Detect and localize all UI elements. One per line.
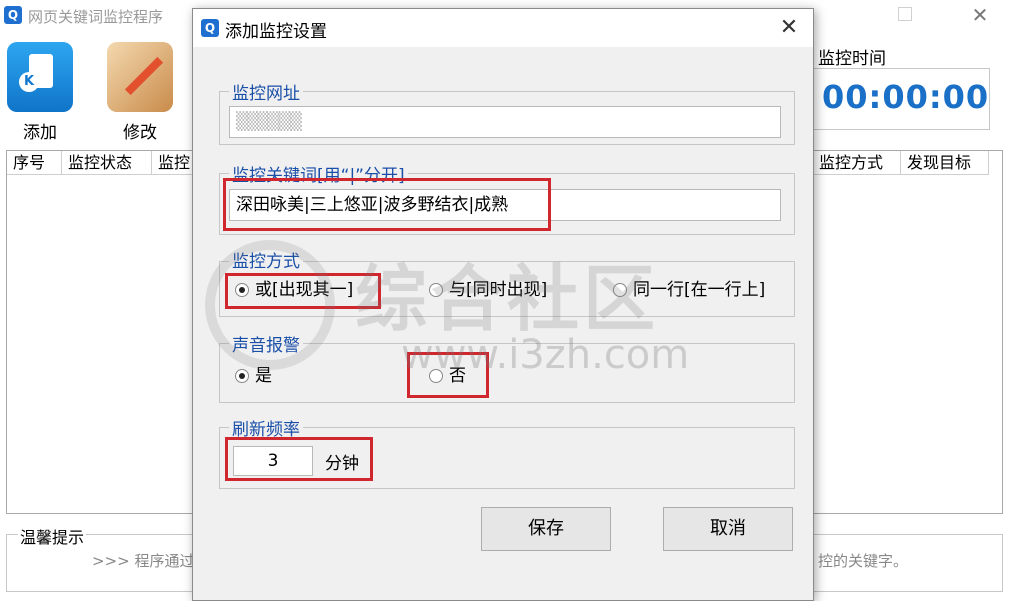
column-header-mode[interactable]: 监控方式 — [813, 151, 901, 175]
radio-empty-icon — [429, 283, 443, 297]
add-document-icon: K — [7, 42, 73, 112]
mode-legend: 监控方式 — [229, 247, 303, 272]
tips-text-right: 控的关键字。 — [818, 552, 909, 570]
mode-radio-same-line[interactable]: 同一行[在一行上] — [613, 277, 765, 303]
dialog-app-icon: Q — [201, 19, 219, 37]
edit-pencil-icon — [107, 42, 173, 112]
mode-radio-and[interactable]: 与[同时出现] — [429, 277, 547, 303]
column-header-index[interactable]: 序号 — [7, 151, 62, 175]
refresh-highlight-box — [225, 437, 373, 481]
add-button-label: 添加 — [23, 123, 57, 143]
mode-highlight-box — [225, 273, 381, 309]
column-header-target[interactable]: 发现目标 — [901, 151, 989, 175]
add-monitor-dialog: Q 添加监控设置 ✕ 监控网址 ▒▒▒▒ ▒▒ 监控关键词[用“|”分开] 深田… — [192, 8, 814, 601]
sound-legend: 声音报警 — [229, 331, 303, 356]
sound-radio-yes-label: 是 — [255, 366, 272, 386]
dialog-titlebar: Q 添加监控设置 ✕ — [193, 9, 813, 47]
app-title: 网页关键词监控程序 — [28, 8, 164, 26]
maximize-icon[interactable] — [898, 7, 912, 21]
monitor-time-value: 00:00:00 — [822, 78, 990, 116]
add-button[interactable]: K 添加 — [4, 42, 76, 143]
dialog-title: 添加监控设置 — [225, 22, 327, 42]
keywords-highlight-box — [223, 178, 551, 231]
url-legend: 监控网址 — [229, 79, 303, 104]
app-icon: Q — [4, 6, 22, 24]
radio-empty-icon — [613, 283, 627, 297]
sound-group — [219, 343, 795, 403]
url-input[interactable]: ▒▒▒▒ ▒▒ — [229, 106, 781, 138]
dialog-close-icon[interactable]: ✕ — [771, 13, 807, 43]
cancel-button[interactable]: 取消 — [663, 507, 793, 551]
tips-text-left: >>> 程序通过 — [92, 552, 195, 570]
save-button[interactable]: 保存 — [481, 507, 611, 551]
close-icon[interactable]: ✕ — [962, 0, 998, 30]
edit-button[interactable]: 修改 — [104, 42, 176, 143]
tips-legend: 温馨提示 — [18, 524, 87, 548]
sound-radio-yes[interactable]: 是 — [235, 363, 272, 389]
sound-highlight-box — [407, 352, 489, 398]
column-header-status[interactable]: 监控状态 — [62, 151, 152, 175]
monitor-time-label: 监控时间 — [818, 49, 886, 69]
mode-radio-and-label: 与[同时出现] — [449, 280, 548, 300]
mode-radio-same-line-label: 同一行[在一行上] — [633, 280, 766, 300]
radio-selected-icon — [235, 369, 249, 383]
edit-button-label: 修改 — [123, 123, 157, 143]
